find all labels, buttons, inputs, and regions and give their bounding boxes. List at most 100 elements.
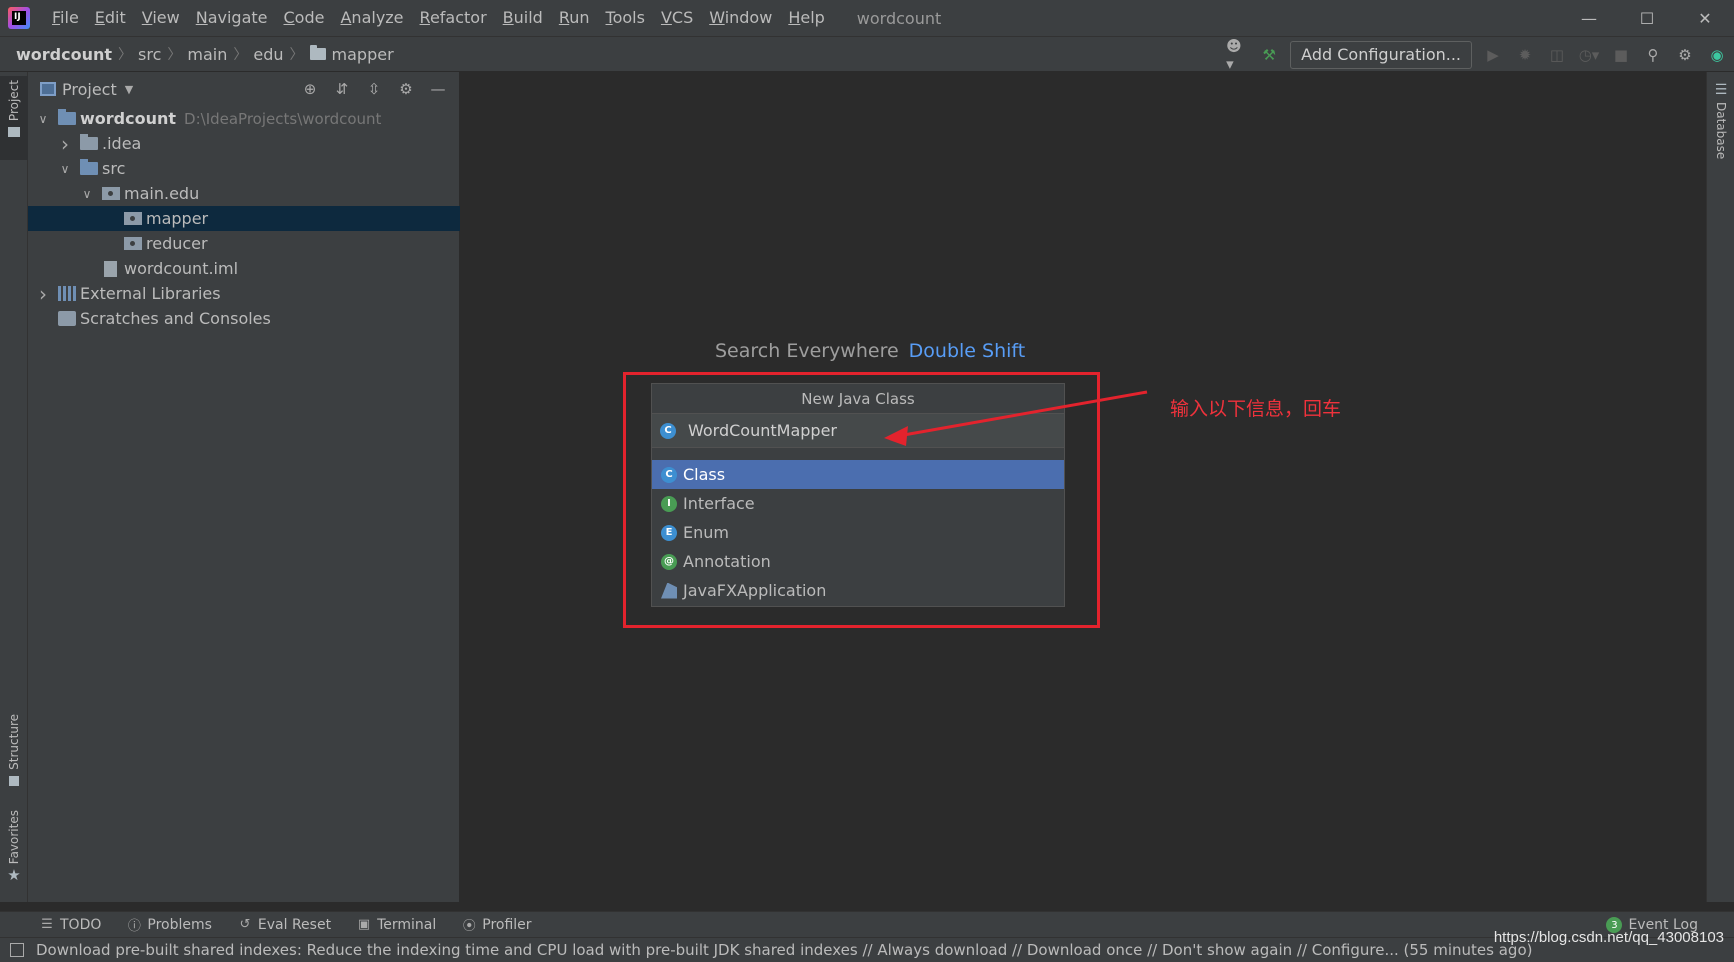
tree-node-label: src <box>102 159 126 178</box>
tab-todo[interactable]: ☰ TODO <box>40 917 101 933</box>
hint-label: Search Everywhere <box>715 340 899 362</box>
project-folder-icon <box>8 127 20 138</box>
menu-window[interactable]: Window <box>701 0 780 36</box>
database-icon: ☰ <box>1714 82 1728 98</box>
tree-node[interactable]: Scratches and Consoles <box>28 306 460 331</box>
menu-vcs[interactable]: VCS <box>653 0 701 36</box>
tree-node[interactable]: ∨ src <box>28 156 460 181</box>
tool-window-bar: ☰ TODO ⓘ Problems ↺ Eval Reset ▣ Terminal ⦿ Profi… <box>0 911 1734 937</box>
package-icon <box>102 187 120 200</box>
menu-edit[interactable]: Edit <box>87 0 134 36</box>
tab-problems[interactable]: ⓘ Problems <box>127 916 212 935</box>
bottom-tabs: ☰ TODO ⓘ Problems ↺ Eval Reset ▣ Terminal ⦿ Profi… <box>0 916 532 935</box>
search-icon[interactable]: ⚲ <box>1642 44 1664 66</box>
vcs-user-icon[interactable]: ☻▾ <box>1226 37 1248 73</box>
breadcrumb-label: edu <box>253 44 284 64</box>
breadcrumb-item[interactable]: wordcount <box>12 45 116 64</box>
menu-build[interactable]: Build <box>495 0 551 36</box>
tree-node-path: D:\IdeaProjects\wordcount <box>184 109 382 128</box>
run-toolbar: ☻▾ ⚒ Add Configuration... ▶ ✹ ◫ ◷▾ ■ ⚲ ⚙… <box>1226 37 1728 73</box>
tab-structure[interactable]: Structure <box>0 714 28 786</box>
tree-node-label: reducer <box>146 234 208 253</box>
menu-refactor[interactable]: Refactor <box>412 0 495 36</box>
close-icon[interactable]: ✕ <box>1676 0 1734 36</box>
chevron-right-icon[interactable]: › <box>36 282 50 306</box>
breadcrumb-item[interactable]: mapper <box>306 45 398 64</box>
settings-gear-icon[interactable]: ⚙ <box>1674 44 1696 66</box>
project-tool-window: Project ▼ ⊕ ⇵ ⇳ ⚙ — ∨ wordcount D:\IdeaPro… <box>28 72 460 902</box>
breadcrumb-item[interactable]: main <box>183 45 231 64</box>
menu-bar: IJ File Edit View Navigate Code Analyze Refact… <box>0 0 1734 36</box>
eval-reset-icon: ↺ <box>239 917 251 932</box>
minimize-icon[interactable]: — <box>1560 0 1618 36</box>
breadcrumb-separator: 〉 <box>233 47 248 63</box>
menu-analyze[interactable]: Analyze <box>332 0 411 36</box>
tree-node[interactable]: mapper <box>28 206 460 231</box>
expand-all-icon[interactable]: ⇵ <box>333 80 351 98</box>
tree-node[interactable]: › External Libraries <box>28 281 460 306</box>
tab-favorites[interactable]: Favorites ★ <box>0 810 28 884</box>
profile-icon[interactable]: ◷▾ <box>1578 44 1600 66</box>
profiler-icon: ⦿ <box>462 919 476 934</box>
stop-icon[interactable]: ■ <box>1610 44 1632 66</box>
window-controls: — ☐ ✕ <box>1560 0 1734 36</box>
breadcrumb-item[interactable]: src <box>134 45 165 64</box>
package-icon <box>124 212 142 225</box>
scratches-icon <box>58 311 76 326</box>
tab-terminal[interactable]: ▣ Terminal <box>357 917 436 933</box>
hide-panel-icon[interactable]: — <box>429 80 447 98</box>
tab-database[interactable]: ☰ Database <box>1707 82 1734 159</box>
hint-shortcut: Double Shift <box>908 340 1026 362</box>
tree-node[interactable]: wordcount.iml <box>28 256 460 281</box>
menu-view[interactable]: View <box>134 0 188 36</box>
problems-icon: ⓘ <box>127 919 141 934</box>
source-folder-icon <box>80 159 98 175</box>
menu-code[interactable]: Code <box>276 0 333 36</box>
folder-icon <box>80 134 98 150</box>
tree-node-label: mapper <box>146 209 209 228</box>
tree-node[interactable]: ∨ main.edu <box>28 181 460 206</box>
breadcrumb-label: wordcount <box>16 44 113 64</box>
chevron-down-icon[interactable]: ∨ <box>80 187 94 201</box>
maximize-icon[interactable]: ☐ <box>1618 0 1676 36</box>
chevron-down-icon[interactable]: ▼ <box>125 83 133 96</box>
breadcrumb-label: src <box>138 44 162 64</box>
tree-node-label: wordcount <box>80 109 177 128</box>
menu-help[interactable]: Help <box>780 0 832 36</box>
status-message[interactable]: Download pre-built shared indexes: Reduc… <box>36 941 1532 959</box>
breadcrumb-label: mapper <box>331 44 394 64</box>
collapse-all-icon[interactable]: ⇳ <box>365 80 383 98</box>
watermark: https://blog.csdn.net/qq_43008103 <box>1493 929 1724 946</box>
run-icon[interactable]: ▶ <box>1482 44 1504 66</box>
package-icon <box>309 45 326 60</box>
code-with-me-icon[interactable]: ◉ <box>1706 44 1728 66</box>
menu-file[interactable]: File <box>44 0 87 36</box>
chevron-down-icon[interactable]: ∨ <box>36 112 50 126</box>
breadcrumb: wordcount 〉 src 〉 main 〉 edu 〉 mapper <box>0 44 398 64</box>
status-toggle-icon[interactable] <box>10 943 24 957</box>
tree-node[interactable]: reducer <box>28 231 460 256</box>
add-configuration-button[interactable]: Add Configuration... <box>1290 41 1472 69</box>
locate-file-icon[interactable]: ⊕ <box>301 80 319 98</box>
navigation-bar: wordcount 〉 src 〉 main 〉 edu 〉 mapper ☻▾ ⚒ Add C… <box>0 36 1734 73</box>
tab-label: Problems <box>147 916 212 933</box>
menu-navigate[interactable]: Navigate <box>188 0 276 36</box>
left-tool-stripe: Project Structure Favorites ★ <box>0 72 28 902</box>
project-view-selector[interactable]: Project <box>62 80 117 99</box>
debug-icon[interactable]: ✹ <box>1514 44 1536 66</box>
empty-editor-hint: Search Everywhere Double Shift <box>715 340 1025 362</box>
tab-project[interactable]: Project <box>0 76 28 160</box>
chevron-right-icon[interactable]: › <box>58 132 72 156</box>
menu-run[interactable]: Run <box>551 0 598 36</box>
menu-tools[interactable]: Tools <box>598 0 653 36</box>
tab-eval-reset[interactable]: ↺ Eval Reset <box>238 917 331 933</box>
build-hammer-icon[interactable]: ⚒ <box>1258 44 1280 66</box>
coverage-icon[interactable]: ◫ <box>1546 44 1568 66</box>
tree-node[interactable]: › .idea <box>28 131 460 156</box>
chevron-down-icon[interactable]: ∨ <box>58 162 72 176</box>
options-gear-icon[interactable]: ⚙ <box>397 80 415 98</box>
annotation-note: 输入以下信息，回车 <box>1170 398 1342 420</box>
tree-node[interactable]: ∨ wordcount D:\IdeaProjects\wordcount <box>28 106 460 131</box>
tab-profiler[interactable]: ⦿ Profiler <box>462 917 532 935</box>
breadcrumb-item[interactable]: edu <box>249 45 287 64</box>
